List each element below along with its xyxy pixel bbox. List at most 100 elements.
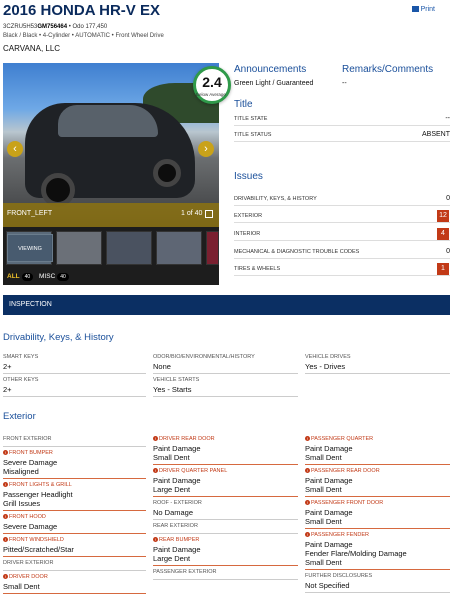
exterior-item-value: Paint Damage bbox=[305, 508, 353, 517]
issue-count: 0 bbox=[446, 248, 450, 255]
filter-all[interactable]: ALL bbox=[7, 273, 20, 280]
divider bbox=[305, 464, 450, 465]
thumbnail-3[interactable] bbox=[106, 231, 152, 265]
issue-row-exterior[interactable]: EXTERIOR 12 bbox=[234, 209, 450, 223]
exterior-item-label-text: FRONT LIGHTS & GRILL bbox=[9, 482, 72, 488]
odor-value: None bbox=[153, 362, 171, 371]
exterior-item-value: Paint Damage bbox=[153, 444, 201, 453]
exterior-item-label: ! DRIVER REAR DOOR bbox=[153, 436, 215, 442]
exterior-item-label: ! PASSENGER REAR DOOR bbox=[305, 468, 380, 474]
exterior-item-label: FRONT EXTERIOR bbox=[3, 436, 52, 442]
exterior-item-label-text: REAR BUMPER bbox=[159, 537, 200, 543]
exterior-item-label: ! FRONT HOOD bbox=[3, 514, 46, 520]
row-key: TITLE STATUS bbox=[234, 132, 272, 138]
divider bbox=[3, 556, 146, 557]
divider bbox=[153, 533, 298, 534]
divider bbox=[3, 593, 146, 594]
thumbnail-4[interactable] bbox=[156, 231, 202, 265]
damage-alert-icon: ! bbox=[3, 514, 8, 519]
issue-row-interior[interactable]: INTERIOR 4 bbox=[234, 227, 450, 241]
smart-keys-value: 2+ bbox=[3, 362, 12, 371]
issue-count-badge: 12 bbox=[437, 210, 449, 222]
exterior-item-label-text: PASSENGER EXTERIOR bbox=[153, 569, 217, 575]
announcements-heading: Announcements bbox=[234, 64, 307, 75]
exterior-item-value: Severe Damage bbox=[3, 522, 58, 531]
issue-count-badge: 4 bbox=[437, 228, 449, 240]
exterior-item-label-text: DRIVER QUARTER PANEL bbox=[159, 468, 228, 474]
issue-key: MECHANICAL & DIAGNOSTIC TROUBLE CODES bbox=[234, 249, 360, 255]
all-count-badge: 40 bbox=[21, 273, 34, 281]
issue-key: EXTERIOR bbox=[234, 213, 263, 219]
exterior-item-value: Misaligned bbox=[3, 467, 39, 476]
odometer: • Odo 177,450 bbox=[68, 24, 108, 30]
expand-icon[interactable] bbox=[205, 210, 213, 218]
divider bbox=[3, 396, 146, 397]
exterior-item-label-text: FRONT BUMPER bbox=[9, 450, 53, 456]
exterior-item-value: Paint Damage bbox=[305, 540, 353, 549]
exterior-item-value: Pitted/Scratched/Star bbox=[3, 545, 74, 554]
issue-count-badge: 1 bbox=[437, 263, 449, 275]
divider bbox=[3, 478, 146, 479]
exterior-item-label: ! DRIVER QUARTER PANEL bbox=[153, 468, 227, 474]
filter-misc[interactable]: MISC bbox=[39, 273, 55, 280]
divider bbox=[153, 519, 298, 520]
exterior-item-label: ! PASSENGER FENDER bbox=[305, 532, 369, 538]
exterior-item-label-text: FRONT EXTERIOR bbox=[3, 436, 52, 442]
issue-row-mechanical[interactable]: MECHANICAL & DIAGNOSTIC TROUBLE CODES 0 bbox=[234, 245, 450, 259]
prev-photo-button[interactable]: ‹ bbox=[7, 141, 23, 157]
exterior-item-label: REAR EXTERIOR bbox=[153, 523, 198, 529]
divider bbox=[3, 510, 146, 511]
odor-label: ODOR/BIO/ENVIRONMENTAL/HISTORY bbox=[153, 354, 255, 360]
exterior-item-label-text: ROOF - EXTERIOR bbox=[153, 500, 202, 506]
next-photo-button[interactable]: › bbox=[198, 141, 214, 157]
damage-alert-icon: ! bbox=[3, 450, 8, 455]
exterior-item-label-text: PASSENGER REAR DOOR bbox=[311, 468, 380, 474]
viewing-label: VIEWING bbox=[7, 234, 53, 262]
issue-count: 0 bbox=[446, 195, 450, 202]
photo-wheel-front bbox=[41, 173, 75, 207]
print-button[interactable]: Print bbox=[411, 6, 435, 13]
damage-alert-icon: ! bbox=[305, 468, 310, 473]
exterior-item-label-text: FRONT HOOD bbox=[9, 514, 46, 520]
damage-alert-icon: ! bbox=[3, 537, 8, 542]
exterior-item-value: Small Dent bbox=[305, 485, 342, 494]
damage-alert-icon: ! bbox=[305, 532, 310, 537]
vin-line: 3CZRU5H53GM756464 • Odo 177,450 bbox=[3, 24, 107, 30]
exterior-item-value: Passenger Headlight bbox=[3, 490, 73, 499]
exterior-item-value: Not Specified bbox=[305, 581, 350, 590]
exterior-item-value: Small Dent bbox=[305, 453, 342, 462]
exterior-item-value: Large Dent bbox=[153, 554, 191, 563]
exterior-item-label: ! PASSENGER FRONT DOOR bbox=[305, 500, 383, 506]
title-heading: Title bbox=[234, 99, 253, 110]
exterior-item-label: ! FRONT BUMPER bbox=[3, 450, 53, 456]
thumbnail-2[interactable] bbox=[56, 231, 102, 265]
divider bbox=[3, 373, 146, 374]
exterior-item-label-text: PASSENGER FRONT DOOR bbox=[311, 500, 384, 506]
divider bbox=[153, 373, 298, 374]
damage-alert-icon: ! bbox=[305, 500, 310, 505]
divider bbox=[305, 496, 450, 497]
vehicle-drives-label: VEHICLE DRIVES bbox=[305, 354, 351, 360]
exterior-item-label: ! DRIVER DOOR bbox=[3, 574, 48, 580]
thumbnail-5[interactable] bbox=[206, 231, 219, 265]
seller-name: CARVANA, LLC bbox=[3, 44, 61, 53]
exterior-item-value: Paint Damage bbox=[153, 545, 201, 554]
exterior-item-value: Small Dent bbox=[3, 582, 40, 591]
exterior-item-label: ! FRONT LIGHTS & GRILL bbox=[3, 482, 72, 488]
damage-alert-icon: ! bbox=[3, 482, 8, 487]
photo-caption: FRONT_LEFT bbox=[7, 210, 53, 217]
exterior-item-value: Paint Damage bbox=[153, 476, 201, 485]
exterior-item-value: Severe Damage bbox=[3, 458, 58, 467]
exterior-item-label: ! REAR BUMPER bbox=[153, 537, 199, 543]
exterior-item-label-text: DRIVER DOOR bbox=[9, 574, 48, 580]
issue-row-drivability[interactable]: DRIVABILITY, KEYS, & HISTORY 0 bbox=[234, 192, 450, 206]
exterior-item-label-text: PASSENGER FENDER bbox=[311, 532, 369, 538]
exterior-item-label-text: DRIVER EXTERIOR bbox=[3, 560, 54, 566]
exterior-item-value: Large Dent bbox=[153, 485, 191, 494]
divider bbox=[3, 570, 146, 571]
issue-row-tires[interactable]: TIRES & WHEELS 1 bbox=[234, 262, 450, 276]
exterior-item-label: ! PASSENGER QUARTER bbox=[305, 436, 373, 442]
row-value: ABSENT bbox=[421, 131, 450, 138]
photo-gallery: ‹ › FRONT_LEFT 1 of 40 VIEWING ALL 40 MIS… bbox=[3, 63, 219, 285]
exterior-item-label: PASSENGER EXTERIOR bbox=[153, 569, 216, 575]
